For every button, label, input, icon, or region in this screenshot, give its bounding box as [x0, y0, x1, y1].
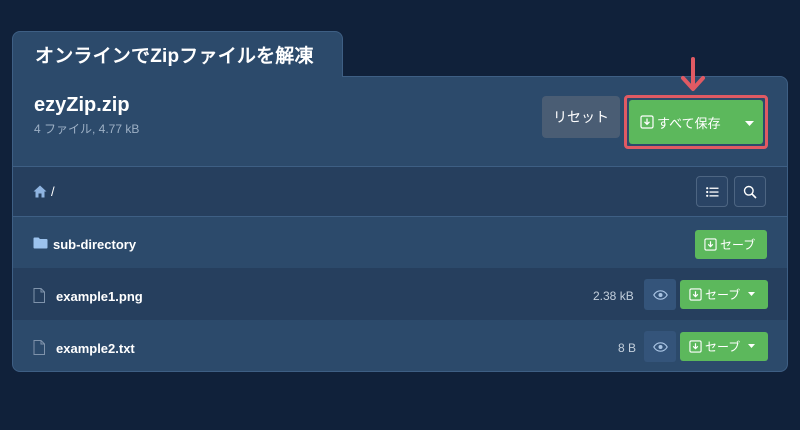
preview-button[interactable]	[644, 279, 676, 310]
file-size: 2.38 kB	[593, 289, 634, 303]
file-size: 8 B	[618, 341, 637, 355]
download-icon	[689, 340, 702, 353]
download-icon	[689, 288, 702, 301]
eye-icon	[652, 289, 668, 300]
arrow-down-icon	[678, 57, 708, 102]
archive-header: ezyZip.zip 4 ファイル, 4.77 kB リセット すべて保存	[13, 77, 787, 167]
caret-down-icon	[748, 344, 756, 349]
save-all-caret-button[interactable]	[735, 115, 763, 130]
save-label: セーブ	[720, 238, 756, 252]
file-icon	[33, 288, 45, 303]
save-button[interactable]: セーブ	[680, 332, 768, 361]
item-name[interactable]: example2.txt	[56, 341, 135, 356]
download-icon	[640, 115, 654, 129]
breadcrumb: /	[33, 184, 55, 199]
list-icon	[705, 186, 719, 197]
download-icon	[704, 238, 717, 251]
item-name[interactable]: sub-directory	[53, 237, 136, 252]
path-bar: /	[13, 167, 787, 217]
save-caret-button[interactable]	[740, 344, 762, 349]
list-view-button[interactable]	[696, 176, 728, 207]
save-button[interactable]: セーブ	[695, 230, 767, 259]
page-title: オンラインでZipファイルを解凍	[35, 46, 314, 67]
folder-icon	[33, 237, 48, 249]
list-item[interactable]: sub-directory セーブ	[13, 219, 787, 271]
archive-name: ezyZip.zip	[34, 94, 130, 116]
list-item[interactable]: example1.png 2.38 kB セーブ	[13, 268, 787, 320]
save-button[interactable]: セーブ	[680, 280, 768, 309]
item-name[interactable]: example1.png	[56, 289, 143, 304]
caret-down-icon	[748, 292, 756, 297]
caret-down-icon	[744, 115, 754, 130]
save-label: セーブ	[705, 288, 741, 302]
preview-button[interactable]	[644, 331, 676, 362]
file-icon	[33, 340, 45, 355]
save-all-label: すべて保存	[657, 115, 721, 131]
save-label: セーブ	[705, 340, 741, 354]
save-all-main[interactable]: すべて保存	[629, 113, 735, 132]
home-icon[interactable]	[33, 185, 47, 198]
list-item[interactable]: example2.txt 8 B セーブ	[13, 320, 787, 371]
archive-panel: ezyZip.zip 4 ファイル, 4.77 kB リセット すべて保存 /	[12, 76, 788, 372]
archive-meta: 4 ファイル, 4.77 kB	[34, 122, 140, 136]
reset-button[interactable]: リセット	[542, 96, 620, 138]
save-caret-button[interactable]	[740, 292, 762, 297]
page-title-tab: オンラインでZipファイルを解凍	[12, 31, 343, 77]
save-all-button[interactable]: すべて保存	[629, 100, 763, 144]
search-button[interactable]	[734, 176, 766, 207]
eye-icon	[652, 341, 668, 352]
reset-label: リセット	[553, 109, 609, 125]
breadcrumb-path: /	[51, 184, 55, 199]
search-icon	[743, 185, 757, 199]
